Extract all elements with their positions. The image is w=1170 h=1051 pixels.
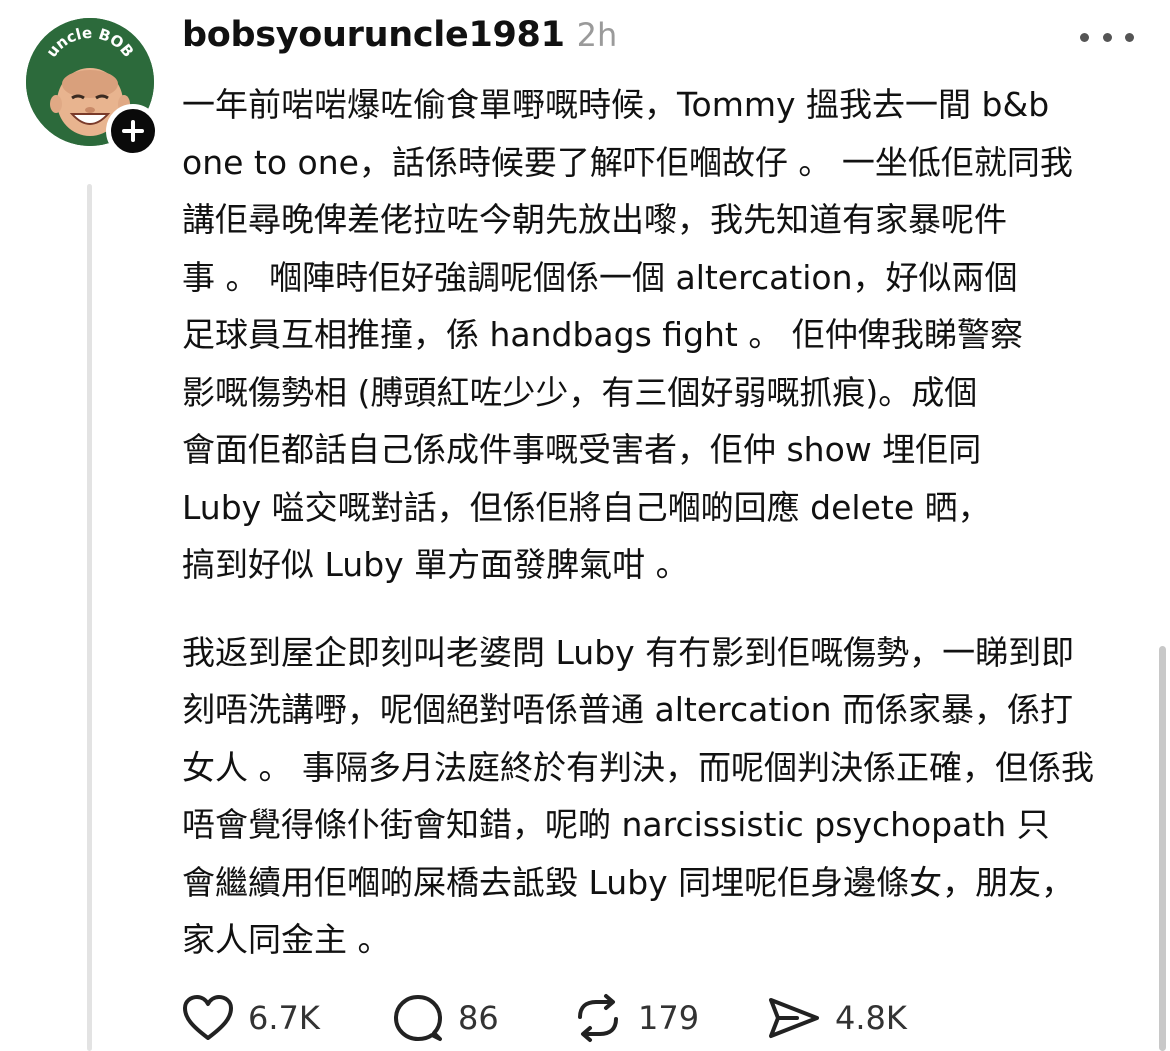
post-time: 2h bbox=[576, 16, 618, 54]
plus-icon bbox=[122, 120, 144, 142]
heart-icon bbox=[183, 995, 233, 1040]
send-icon bbox=[769, 998, 819, 1038]
action-bar: 6.7K 86 179 4.8K bbox=[182, 990, 927, 1046]
share-count: 4.8K bbox=[835, 999, 907, 1037]
like-count: 6.7K bbox=[248, 999, 320, 1037]
post-paragraph-1: 一年前啱啱爆咗偷食單嘢嘅時候，Tommy 搵我去一間 b&b one to on… bbox=[182, 85, 1073, 584]
scrollbar[interactable] bbox=[1159, 646, 1166, 1051]
repost-count: 179 bbox=[638, 999, 700, 1037]
post-paragraph-2: 我返到屋企即刻叫老婆問 Luby 有冇影到佢嘅傷勢，一睇到即 刻唔洗講嘢，呢個絕… bbox=[182, 632, 1094, 960]
more-options-button[interactable] bbox=[1080, 24, 1134, 50]
username[interactable]: bobsyouruncle1981 bbox=[182, 15, 565, 55]
share-button[interactable]: 4.8K bbox=[767, 994, 927, 1042]
reply-button[interactable]: 86 bbox=[392, 993, 572, 1043]
repost-button[interactable]: 179 bbox=[572, 993, 767, 1043]
more-dot bbox=[1125, 32, 1134, 42]
like-button[interactable]: 6.7K bbox=[182, 994, 392, 1042]
post-header: bobsyouruncle1981 2h bbox=[182, 10, 617, 60]
repost-icon bbox=[578, 994, 618, 1042]
thread-post: uncle BOB bobsyouruncle1981 2h 一年前啱啱爆咗偷食… bbox=[0, 0, 1170, 1051]
more-dot bbox=[1102, 32, 1112, 42]
post-body: 一年前啱啱爆咗偷食單嘢嘅時候，Tommy 搵我去一間 b&b one to on… bbox=[182, 76, 1142, 969]
speech-bubble-icon bbox=[394, 995, 442, 1041]
thread-line bbox=[87, 184, 92, 1051]
more-dots-icon bbox=[1080, 32, 1089, 42]
reply-count: 86 bbox=[458, 999, 499, 1037]
follow-button[interactable] bbox=[106, 104, 160, 158]
